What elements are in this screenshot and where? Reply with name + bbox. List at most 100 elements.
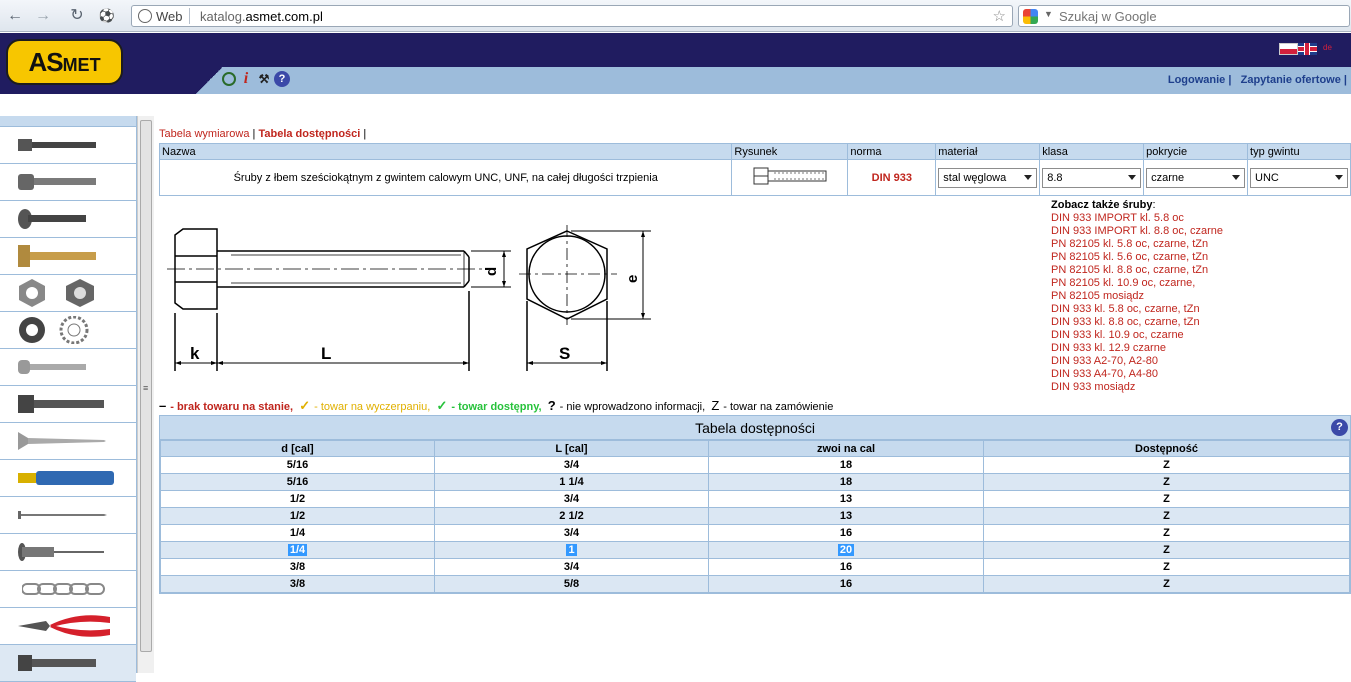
availability-table: d [cal] L [cal] zwoi na cal Dostępność 5… xyxy=(160,440,1350,593)
table-row[interactable]: 5/16 1 1/4 18 Z xyxy=(160,473,1350,491)
see-also-link[interactable]: DIN 933 kl. 8.8 oc, czarne, tZn xyxy=(1051,316,1281,329)
cell-availability: Z xyxy=(983,473,1350,491)
english-flag-icon[interactable] xyxy=(1298,43,1317,55)
header-class: klasa xyxy=(1039,143,1145,160)
german-flag-icon[interactable]: de xyxy=(1323,43,1333,55)
thread-select[interactable]: UNC xyxy=(1250,167,1348,188)
see-also-link[interactable]: PN 82105 kl. 10.9 oc, czarne, xyxy=(1051,277,1281,290)
table-row[interactable]: 5/16 3/4 18 Z xyxy=(160,456,1350,474)
sidebar-item-carriage-bolt[interactable] xyxy=(0,201,136,238)
back-arrow-icon[interactable]: ← xyxy=(4,5,26,27)
legend-no-info: - nie wprowadzono informacji, xyxy=(559,401,706,413)
cell-L: 3/4 xyxy=(434,558,709,576)
sidebar-item-bolt[interactable] xyxy=(0,645,136,682)
reload-icon[interactable]: ↻ xyxy=(66,5,88,27)
sidebar-scrollbar[interactable]: ≡ xyxy=(137,116,154,673)
rivet-icon xyxy=(18,543,104,561)
table-row[interactable]: 3/8 3/4 16 Z xyxy=(160,558,1350,576)
coating-select[interactable]: czarne xyxy=(1146,167,1246,188)
bolt-icon xyxy=(18,655,96,671)
asmet-logo[interactable]: ASMET xyxy=(6,39,123,85)
sidebar-item-nuts[interactable] xyxy=(0,275,136,312)
see-also-link[interactable]: DIN 933 kl. 5.8 oc, czarne, tZn xyxy=(1051,303,1281,316)
browser-toolbar: ← → ↻ ⚽ Web katalog.asmet.com.pl ☆ ▼ xyxy=(0,0,1351,32)
sidebar-item-nail[interactable] xyxy=(0,497,136,534)
sidebar-item-pan-screw[interactable] xyxy=(0,349,136,386)
tab-availability-table[interactable]: Tabela dostępności xyxy=(258,128,360,140)
search-input[interactable] xyxy=(1059,9,1339,24)
sidebar-item-washers[interactable] xyxy=(0,312,136,349)
cell-d: 1/2 xyxy=(160,490,435,508)
see-also-link[interactable]: DIN 933 A4-70, A4-80 xyxy=(1051,368,1281,381)
sidebar-item-hex-screw[interactable] xyxy=(0,386,136,423)
see-also-link[interactable]: DIN 933 kl. 10.9 oc, czarne xyxy=(1051,329,1281,342)
tab-bar: Tabela wymiarowa | Tabela dostępności | xyxy=(159,128,1351,142)
sidebar-item-chain[interactable] xyxy=(0,571,136,608)
table-row[interactable]: 1/2 2 1/2 13 Z xyxy=(160,507,1350,525)
pliers-icon xyxy=(18,615,110,637)
see-also-link[interactable]: DIN 933 IMPORT kl. 5.8 oc xyxy=(1051,212,1281,225)
bolt-thumbnail-icon xyxy=(753,167,827,185)
see-also-link[interactable]: DIN 933 kl. 12.9 czarne xyxy=(1051,342,1281,355)
see-also-link[interactable]: DIN 933 A2-70, A2-80 xyxy=(1051,355,1281,368)
help-icon[interactable]: ? xyxy=(274,71,290,87)
legend-available: - towar dostępny, xyxy=(451,401,542,413)
sidebar-item-rivet[interactable] xyxy=(0,534,136,571)
sidebar-item-pliers[interactable] xyxy=(0,608,136,645)
sidebar-item-wall-plug[interactable] xyxy=(0,460,136,497)
address-bar[interactable]: Web katalog.asmet.com.pl ☆ xyxy=(131,5,1013,27)
tab-dimension-table[interactable]: Tabela wymiarowa xyxy=(159,128,249,140)
sidebar-item-t-bolt[interactable] xyxy=(0,238,136,275)
sidebar-item-hex-bolt[interactable] xyxy=(0,127,136,164)
key-icon[interactable]: ⚽ xyxy=(96,5,118,27)
wood-screw-icon xyxy=(18,432,106,450)
see-also-link[interactable]: PN 82105 kl. 5.6 oc, czarne, tZn xyxy=(1051,251,1281,264)
offer-request-link[interactable]: Zapytanie ofertowe xyxy=(1241,74,1341,86)
see-also-link[interactable]: PN 82105 mosiądz xyxy=(1051,290,1281,303)
material-select[interactable]: stal węglowa xyxy=(938,167,1038,188)
info-icon[interactable]: i xyxy=(238,71,254,87)
wall-plug-icon xyxy=(18,471,114,485)
forward-arrow-icon[interactable]: → xyxy=(32,5,54,27)
see-also-link[interactable]: PN 82105 kl. 5.8 oc, czarne, tZn xyxy=(1051,238,1281,251)
table-row[interactable]: 1/4 3/4 16 Z xyxy=(160,524,1350,542)
table-row[interactable]: 1/2 3/4 13 Z xyxy=(160,490,1350,508)
cell-L-highlight: 1 xyxy=(566,544,577,556)
catalog-search-icon[interactable] xyxy=(222,72,236,86)
table-row[interactable]: 3/8 5/8 16 Z xyxy=(160,575,1350,593)
header-name: Nazwa xyxy=(158,143,733,160)
material-value: stal węglowa xyxy=(943,171,1007,184)
cell-availability: Z xyxy=(983,558,1350,576)
cell-availability: Z xyxy=(983,575,1350,593)
class-select[interactable]: 8.8 xyxy=(1042,167,1142,188)
table-row-selected[interactable]: 1/4 1 20 Z xyxy=(160,541,1350,559)
help-icon[interactable]: ? xyxy=(1331,419,1348,436)
chevron-down-icon[interactable]: ▼ xyxy=(1044,9,1053,19)
hex-screw-icon xyxy=(18,395,104,413)
see-also-link[interactable]: DIN 933 IMPORT kl. 8.8 oc, czarne xyxy=(1051,225,1281,238)
label-k: k xyxy=(190,344,200,363)
search-box[interactable]: ▼ xyxy=(1018,5,1350,27)
logo-text-small: MET xyxy=(62,55,101,75)
wrench-icon[interactable]: ⚒ xyxy=(256,71,272,87)
sidebar-item-socket-bolt[interactable] xyxy=(0,164,136,201)
bookmark-star-icon[interactable]: ☆ xyxy=(993,7,1006,25)
google-icon[interactable] xyxy=(1023,9,1038,24)
bolt-drawing: k L d S e xyxy=(167,225,651,371)
class-value: 8.8 xyxy=(1047,171,1063,184)
cell-d: 1/4 xyxy=(160,524,435,542)
availability-title: Tabela dostępności ? xyxy=(160,416,1350,440)
scrollbar-thumb[interactable]: ≡ xyxy=(140,120,152,652)
web-label: Web xyxy=(156,9,183,24)
coating-value: czarne xyxy=(1151,171,1185,184)
product-norm: DIN 933 xyxy=(847,159,937,196)
cell-threads: 16 xyxy=(708,524,984,542)
site-info-button[interactable]: Web xyxy=(138,9,183,24)
login-link[interactable]: Logowanie xyxy=(1168,74,1225,86)
cell-threads: 13 xyxy=(708,507,984,525)
polish-flag-icon[interactable] xyxy=(1279,43,1298,55)
see-also-link[interactable]: DIN 933 mosiądz xyxy=(1051,381,1281,394)
see-also-link[interactable]: PN 82105 kl. 8.8 oc, czarne, tZn xyxy=(1051,264,1281,277)
sidebar-item-wood-screw[interactable] xyxy=(0,423,136,460)
url-text[interactable]: katalog.asmet.com.pl xyxy=(200,9,323,24)
